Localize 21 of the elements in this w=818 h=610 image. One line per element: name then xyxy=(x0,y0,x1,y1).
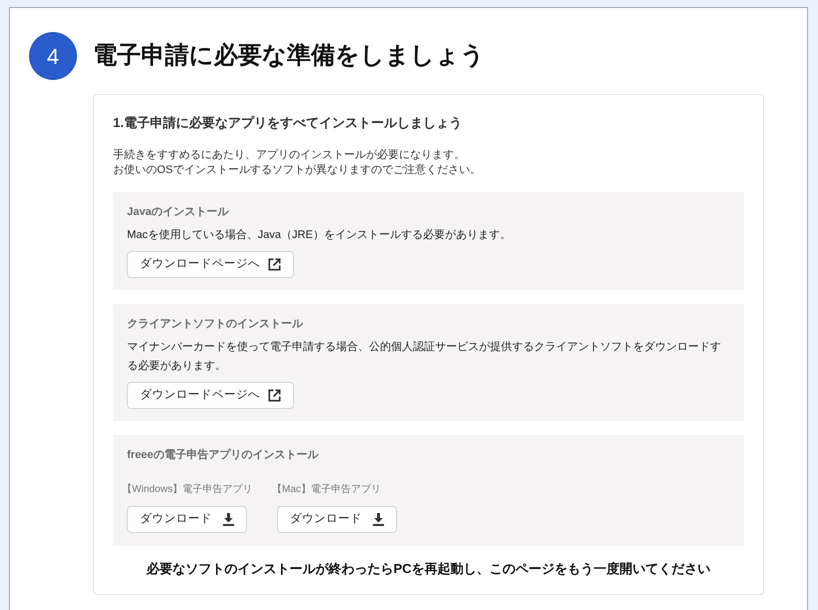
app-label: 【Mac】電子申告アプリ xyxy=(272,483,381,497)
section-title: freeeの電子申告アプリのインストール xyxy=(127,448,320,463)
external-link-icon xyxy=(268,258,281,271)
section-text: マイナンバーカードを使って電子申請する場合、公的個人認証サービスが提供するクライアントソフトをダウンロードする必要があります。 xyxy=(127,340,722,374)
download-button[interactable]: ダウンロード xyxy=(127,506,247,533)
download-page-button[interactable]: ダウンロードページへ xyxy=(127,251,294,278)
section-text: Macを使用している場合、Java（JRE）をインストールする必要があります。 xyxy=(127,228,512,243)
section-title: クライアントソフトのインストール xyxy=(127,317,304,332)
section-title: Javaのインストール xyxy=(127,205,230,220)
step-number-badge: 4 xyxy=(29,32,77,80)
description-line: 手続きをすすめるにあたり、アプリのインストールが必要になります。 xyxy=(113,148,465,163)
external-link-icon xyxy=(268,389,281,402)
card-title: 1.電子申請に必要なアプリをすべてインストールしましょう xyxy=(113,114,463,132)
download-button[interactable]: ダウンロード xyxy=(277,506,397,533)
download-page-button[interactable]: ダウンロードページへ xyxy=(127,382,294,409)
app-label: 【Windows】電子申告アプリ xyxy=(122,483,253,497)
download-icon xyxy=(373,513,384,526)
description-line: お使いのOSでインストールするソフトが異なりますのでご注意ください。 xyxy=(113,163,481,178)
step-heading: 電子申請に必要な準備をしましょう xyxy=(93,41,485,71)
download-icon xyxy=(223,513,234,526)
restart-note: 必要なソフトのインストールが終わったらPCを再起動し、このページをもう一度開いてください xyxy=(145,560,712,578)
